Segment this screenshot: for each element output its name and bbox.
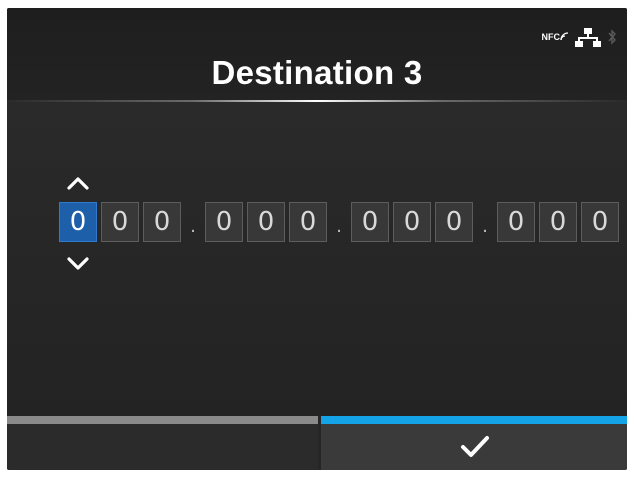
- ip-separator: .: [190, 215, 196, 237]
- status-icons: NFC: [542, 26, 618, 48]
- checkmark-icon: [461, 436, 489, 457]
- back-button[interactable]: [7, 416, 318, 470]
- ip-digit-selected[interactable]: 0: [59, 202, 97, 242]
- ip-address-field: 0 0 0 . 0 0 0 . 0 0 0 . 0 0 0: [59, 202, 623, 242]
- ip-digit[interactable]: 0: [393, 202, 431, 242]
- chevron-up-icon[interactable]: [65, 174, 91, 192]
- ip-digit[interactable]: 0: [497, 202, 535, 242]
- back-button-indicator: [7, 416, 318, 424]
- chevron-down-icon[interactable]: [65, 255, 91, 273]
- ip-address-editor: 0 0 0 . 0 0 0 . 0 0 0 . 0 0 0: [7, 102, 627, 416]
- ip-digit[interactable]: 0: [247, 202, 285, 242]
- wired-network-icon: [575, 28, 601, 47]
- footer-bar: [7, 416, 627, 470]
- ip-separator: .: [336, 215, 342, 237]
- confirm-button-indicator: [321, 416, 627, 424]
- header: NFC Destination 3: [7, 8, 627, 100]
- nfc-icon: NFC: [542, 32, 570, 42]
- ip-digit[interactable]: 0: [435, 202, 473, 242]
- ip-digit[interactable]: 0: [581, 202, 619, 242]
- ip-digit[interactable]: 0: [351, 202, 389, 242]
- ip-separator: .: [482, 215, 488, 237]
- bluetooth-icon: [608, 29, 616, 45]
- nfc-label: NFC: [541, 32, 561, 42]
- ip-digit[interactable]: 0: [205, 202, 243, 242]
- ip-digit[interactable]: 0: [289, 202, 327, 242]
- ip-digit[interactable]: 0: [143, 202, 181, 242]
- nfc-waves-icon: [560, 32, 569, 41]
- ip-digit[interactable]: 0: [101, 202, 139, 242]
- page-title: Destination 3: [211, 54, 423, 91]
- ip-digit[interactable]: 0: [539, 202, 577, 242]
- confirm-button[interactable]: [321, 416, 627, 470]
- printer-screen: NFC Destination 3 0 0 0 . 0 0 0 . 0 0 0 …: [7, 8, 627, 470]
